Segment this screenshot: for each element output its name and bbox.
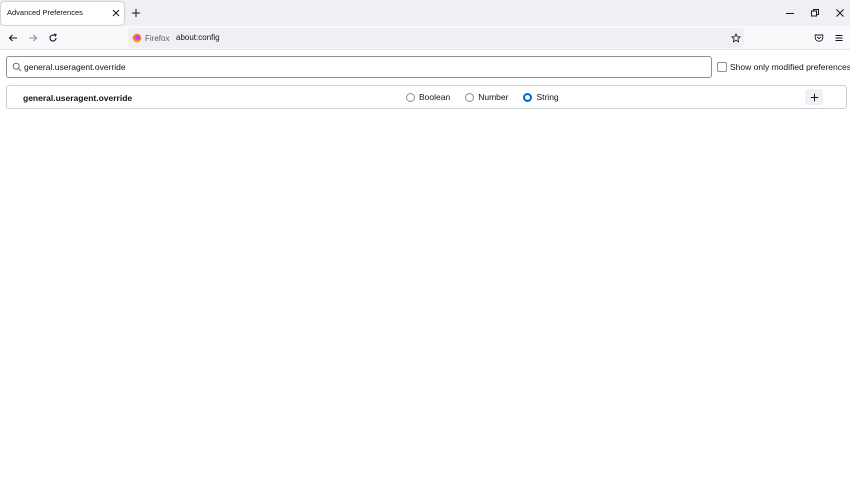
tab-strip: Advanced Preferences (0, 0, 850, 26)
close-icon (112, 9, 120, 17)
show-modified-checkbox[interactable] (717, 62, 727, 72)
radio-number-label: Number (478, 92, 509, 102)
close-window-icon (836, 9, 844, 17)
tab-close-button[interactable] (109, 5, 123, 21)
add-pref-button[interactable] (805, 89, 823, 105)
show-modified-label: Show only modified preferences (730, 62, 850, 72)
reload-icon (49, 33, 57, 42)
radio-boolean-control[interactable] (406, 92, 415, 102)
star-icon (731, 33, 741, 43)
forward-button[interactable] (25, 30, 41, 46)
back-arrow-icon (8, 34, 17, 42)
close-window-button[interactable] (830, 4, 850, 22)
search-icon-wrap (11, 61, 23, 73)
app-menu-button[interactable] (831, 30, 847, 46)
firefox-logo-icon (132, 33, 142, 43)
minimize-icon (786, 13, 794, 14)
pocket-icon (814, 34, 824, 42)
menu-icon (835, 35, 843, 41)
search-box[interactable] (6, 56, 712, 78)
radio-number[interactable]: Number (465, 92, 508, 102)
restore-button[interactable] (805, 4, 825, 22)
show-modified-toggle[interactable]: Show only modified preferences (717, 62, 850, 72)
minimize-button[interactable] (780, 4, 800, 22)
radio-number-control[interactable] (465, 92, 475, 102)
search-icon (12, 62, 22, 72)
pref-name: general.useragent.override (23, 93, 133, 103)
new-pref-row: general.useragent.override Boolean Numbe… (6, 85, 847, 109)
new-tab-button[interactable] (128, 5, 144, 21)
url-bar[interactable]: Firefox about:config (128, 28, 744, 48)
identity-label: Firefox (145, 33, 170, 43)
radio-boolean-label: Boolean (419, 92, 451, 102)
radio-string[interactable]: String (523, 92, 559, 102)
tab-title: Advanced Preferences (7, 8, 83, 17)
restore-icon (811, 9, 819, 17)
url-text[interactable]: about:config (176, 33, 220, 42)
tab-advanced-preferences[interactable]: Advanced Preferences (1, 2, 124, 25)
pocket-button[interactable] (811, 30, 827, 46)
pref-type-radio-group: Boolean Number String (406, 92, 574, 102)
radio-string-label: String (536, 92, 559, 102)
bookmark-star-button[interactable] (728, 30, 744, 46)
reload-button[interactable] (45, 30, 61, 46)
identity-box[interactable]: Firefox (132, 30, 169, 46)
forward-arrow-icon (29, 34, 38, 42)
radio-string-control[interactable] (523, 92, 533, 102)
radio-boolean[interactable]: Boolean (406, 92, 450, 102)
plus-icon (810, 93, 818, 101)
plus-icon (132, 9, 140, 17)
back-button[interactable] (5, 30, 21, 46)
nav-bar: Firefox about:config (0, 26, 850, 50)
search-input[interactable] (24, 58, 704, 76)
